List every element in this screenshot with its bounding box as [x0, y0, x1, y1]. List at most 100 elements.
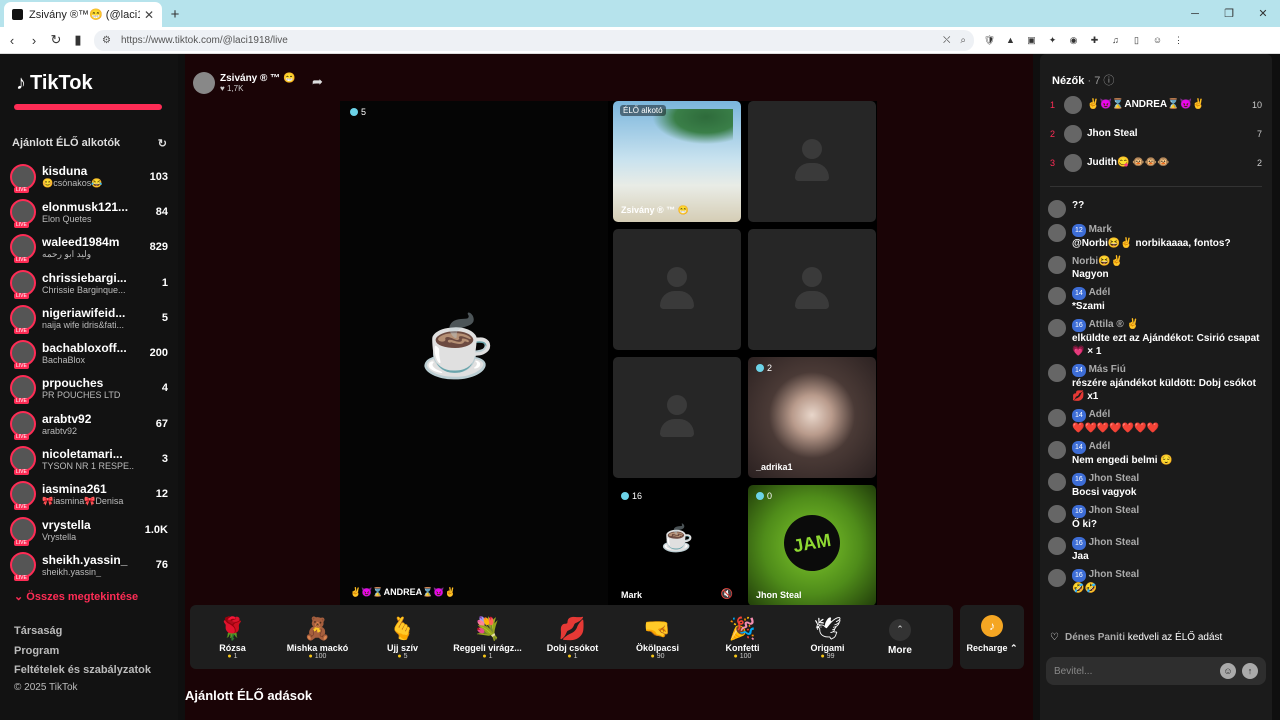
creator-item[interactable]: prpouchesPR POUCHES LTD 4 [10, 371, 168, 406]
creator-item[interactable]: nicoletamari...TYSON NR 1 RESPE... 3 [10, 441, 168, 476]
avatar[interactable] [1048, 200, 1066, 218]
chat-username[interactable]: Attila ® ✌ [1089, 319, 1139, 330]
extension-icon[interactable]: ◉ [1066, 33, 1081, 48]
close-tab-icon[interactable]: ✕ [144, 8, 154, 22]
avatar[interactable] [1048, 441, 1066, 459]
avatar[interactable] [1048, 287, 1066, 305]
gift-item[interactable]: 🤜Ökölpacsi90 [615, 615, 700, 660]
puzzle-icon[interactable]: ✚ [1087, 33, 1102, 48]
chat-text: Nem engedi belmi 😌 [1072, 455, 1173, 466]
address-bar[interactable]: ⚙ https://www.tiktok.com/@laci1918/live … [94, 29, 974, 51]
guest-tile-1[interactable]: ÉLŐ alkotó Zsivány ® ™ 😁 [613, 101, 741, 222]
extension-icon[interactable]: ✦ [1045, 33, 1060, 48]
profile-icon[interactable]: ☺ [1150, 33, 1165, 48]
avatar[interactable] [1048, 319, 1066, 337]
avatar[interactable] [1048, 364, 1066, 382]
back-icon[interactable]: ‹ [2, 30, 22, 50]
creator-item[interactable]: iasmina261🎀iasmina🎀Denisa 12 [10, 477, 168, 512]
music-icon[interactable]: ♫ [1108, 33, 1123, 48]
avatar[interactable] [1048, 505, 1066, 523]
extension-icon[interactable]: ▣ [1024, 33, 1039, 48]
tiktok-logo[interactable]: ♪ TikTok [16, 72, 93, 95]
creator-item[interactable]: arabtv92arabtv92 67 [10, 406, 168, 441]
viewer-row[interactable]: 1 ✌😈⌛ANDREA⌛😈✌ 10 [1050, 90, 1262, 119]
chat-username[interactable]: Jhon Steal [1089, 473, 1140, 484]
creator-item[interactable]: elonmusk121...Elon Quetes 84 [10, 194, 168, 229]
footer-program-link[interactable]: Program [14, 645, 59, 657]
translate-icon[interactable]: ⛌ [943, 35, 950, 46]
chat-username[interactable]: Jhon Steal [1089, 569, 1140, 580]
creator-item[interactable]: waleed1984mوليد ابو رحمه 829 [10, 230, 168, 265]
reload-icon[interactable]: ↻ [46, 30, 66, 50]
gift-item[interactable]: 💐Reggeli virágz...1 [445, 615, 530, 660]
footer-terms-link[interactable]: Feltételek és szabályzatok [14, 664, 151, 676]
send-icon[interactable]: ↑ [1242, 663, 1258, 679]
creator-item[interactable]: nigeriawifeid...naija wife idris&fati...… [10, 300, 168, 335]
host-avatar[interactable] [193, 72, 215, 94]
zoom-icon[interactable]: ⌕ [960, 35, 966, 46]
gift-item[interactable]: 🕊Origami99 [785, 615, 870, 660]
guest-tile-8[interactable]: 0 JAM Jhon Steal [748, 485, 876, 606]
emoji-icon[interactable]: ☺ [1220, 663, 1236, 679]
chat-username[interactable]: Más Fiú [1089, 364, 1126, 375]
more-gifts-button[interactable]: ⌃ More [870, 618, 930, 656]
avatar[interactable] [1048, 473, 1066, 491]
sidebar-icon[interactable]: ▯ [1129, 33, 1144, 48]
guest-tile-2[interactable] [748, 101, 876, 222]
creator-item[interactable]: sheikh.yassin_sheikh.yassin_ 76 [10, 547, 168, 582]
restore-icon[interactable]: ❐ [1212, 0, 1246, 27]
guest-tile-5[interactable] [613, 357, 741, 478]
share-icon[interactable]: ➦ [312, 74, 323, 90]
forward-icon[interactable]: › [24, 30, 44, 50]
guest-tile-4[interactable] [748, 229, 876, 350]
gift-item[interactable]: 🌹Rózsa1 [190, 615, 275, 660]
new-tab-button[interactable]: + [162, 2, 188, 27]
jam-logo: JAM [779, 510, 845, 576]
gift-item[interactable]: 🎉Konfetti100 [700, 615, 785, 660]
browser-tab[interactable]: Zsivány ®™😁 (@laci1918) ÉL ✕ [4, 2, 162, 27]
menu-icon[interactable]: ⋮ [1171, 33, 1186, 48]
gift-item[interactable]: 🫰Ujj szív5 [360, 615, 445, 660]
guest-tile-3[interactable] [613, 229, 741, 350]
guest-tile-7[interactable]: 16 ☕ Mark 🔇 [613, 485, 741, 606]
chat-input[interactable]: Bevitel... ☺ ↑ [1046, 657, 1266, 685]
chat-message: Norbi😆✌ Nagyon [1048, 255, 1268, 281]
shield-icon[interactable]: 🛡 [982, 33, 997, 48]
chat-username[interactable]: Jhon Steal [1089, 505, 1140, 516]
close-window-icon[interactable]: ✕ [1246, 0, 1280, 27]
refresh-icon[interactable]: ↻ [158, 137, 167, 150]
chat-username[interactable]: Adél [1089, 441, 1111, 452]
avatar[interactable] [1048, 537, 1066, 555]
viewer-row[interactable]: 3 Judith😋 🐵🐵🐵 2 [1050, 148, 1262, 177]
minimize-icon[interactable]: ─ [1178, 0, 1212, 27]
see-all-link[interactable]: ⌄ Összes megtekintése [14, 590, 138, 603]
avatar[interactable] [1048, 256, 1066, 274]
footer-company-link[interactable]: Társaság [14, 625, 62, 637]
triangle-icon[interactable]: ▲ [1003, 33, 1018, 48]
host-info[interactable]: Zsivány ® ™ 😁 ♥ 1,7K [193, 72, 295, 94]
chat-username[interactable]: Mark [1089, 224, 1112, 235]
gift-item[interactable]: 🧸Mishka mackó100 [275, 615, 360, 660]
bookmark-icon[interactable]: ▮ [68, 30, 88, 50]
window-controls: ─ ❐ ✕ [1178, 0, 1280, 27]
info-icon[interactable]: ⓘ [1103, 75, 1114, 87]
creator-item[interactable]: vrystellaVrystella 1.0K [10, 512, 168, 547]
gift-item[interactable]: 💋Dobj csókot1 [530, 615, 615, 660]
chat-username[interactable]: Adél [1089, 409, 1111, 420]
avatar[interactable] [1048, 569, 1066, 587]
video-area[interactable]: 5 ☕ ÉLŐ alkotó Zsivány ® ™ 😁 2 _adrika1 … [340, 101, 877, 606]
chat-username[interactable]: Jhon Steal [1089, 537, 1140, 548]
creator-item[interactable]: chrissiebargi...Chrissie Barginque... 1 [10, 265, 168, 300]
gift-name: Konfetti [725, 642, 760, 653]
main-guest-tile[interactable]: 5 ☕ [340, 101, 608, 606]
chat-username[interactable]: Norbi😆✌ [1072, 256, 1123, 267]
creator-item[interactable]: bachabloxoff...BachaBlox 200 [10, 335, 168, 370]
avatar[interactable] [1048, 224, 1066, 242]
recharge-button[interactable]: ♪ Recharge ⌃ [960, 605, 1024, 669]
chat-username[interactable]: Adél [1089, 287, 1111, 298]
guest-tile-6[interactable]: 2 _adrika1 [748, 357, 876, 478]
avatar[interactable] [1048, 409, 1066, 427]
viewer-row[interactable]: 2 Jhon Steal 7 [1050, 119, 1262, 148]
creator-item[interactable]: kisduna😊csónakos😂 103 [10, 159, 168, 194]
site-info-icon[interactable]: ⚙ [102, 35, 111, 46]
